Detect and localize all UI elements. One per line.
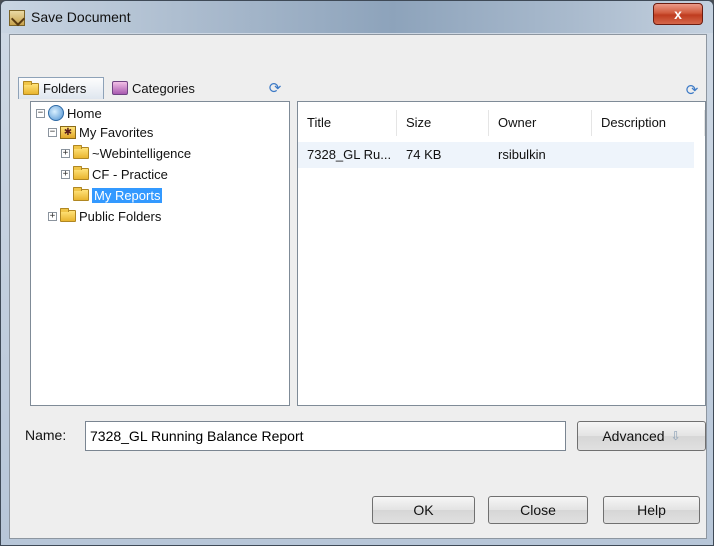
close-button[interactable]: Close: [488, 496, 588, 524]
refresh-tree-icon[interactable]: ⟳: [268, 81, 282, 96]
tree-item-home[interactable]: − Home: [36, 104, 102, 122]
column-owner[interactable]: Owner: [489, 110, 592, 136]
collapse-icon[interactable]: −: [36, 108, 45, 118]
tree-item-my-favorites[interactable]: − ✱ My Favorites: [48, 123, 153, 141]
document-list: Title Size Owner Description 7328_GL Ru.…: [297, 101, 706, 406]
tree-item-label: My Reports: [92, 187, 163, 203]
panel-tabs: Folders Categories: [18, 77, 288, 99]
tree-item-cf-practice[interactable]: + CF - Practice: [61, 165, 168, 183]
table-row[interactable]: 7328_GL Ru... 74 KB rsibulkin: [298, 142, 694, 168]
column-size[interactable]: Size: [397, 110, 489, 136]
list-header: Title Size Owner Description: [298, 110, 705, 136]
title-bar[interactable]: Save Document x: [1, 1, 713, 33]
close-icon: x: [674, 6, 682, 22]
ok-button[interactable]: OK: [372, 496, 475, 524]
help-button[interactable]: Help: [603, 496, 700, 524]
tree-item-public-folders[interactable]: + Public Folders: [48, 207, 161, 225]
folder-icon: [60, 208, 76, 222]
cell-size: 74 KB: [406, 147, 442, 162]
tree-item-label: CF - Practice: [92, 166, 168, 182]
window-title: Save Document: [31, 9, 131, 25]
tree-item-label: Home: [67, 105, 102, 121]
folder-tree: − Home − ✱ My Favorites + ~Webintelligen…: [30, 101, 290, 406]
cell-title: 7328_GL Ru...: [307, 147, 392, 162]
name-label: Name:: [25, 427, 67, 443]
home-icon: [48, 105, 64, 121]
tab-folders-label: Folders: [43, 81, 87, 96]
collapse-icon[interactable]: −: [48, 127, 57, 137]
tab-categories[interactable]: Categories: [108, 77, 228, 99]
name-field[interactable]: [85, 421, 566, 451]
window-close-button[interactable]: x: [653, 3, 703, 25]
cell-description: [592, 142, 694, 168]
tree-item-my-reports[interactable]: My Reports: [73, 186, 163, 204]
categories-icon: [112, 81, 128, 95]
expand-icon[interactable]: +: [61, 169, 70, 179]
folder-icon: [73, 187, 89, 201]
expand-icon[interactable]: +: [48, 211, 57, 221]
folder-icon: [73, 145, 89, 159]
chevron-down-icon: ⇩: [670, 429, 681, 443]
refresh-list-icon[interactable]: ⟳: [685, 83, 699, 98]
advanced-button-label: Advanced: [602, 428, 665, 444]
tree-item-webintelligence[interactable]: + ~Webintelligence: [61, 144, 191, 162]
tab-folders[interactable]: Folders: [18, 77, 104, 99]
tab-categories-label: Categories: [132, 80, 195, 96]
tree-item-label: Public Folders: [79, 208, 162, 224]
tree-item-label: ~Webintelligence: [92, 145, 192, 161]
save-document-icon: [9, 10, 25, 26]
column-title[interactable]: Title: [298, 110, 397, 136]
column-description[interactable]: Description: [592, 110, 705, 136]
favorites-icon: ✱: [60, 125, 76, 139]
cell-owner: rsibulkin: [498, 147, 546, 162]
tree-item-label: My Favorites: [79, 124, 154, 140]
expand-icon[interactable]: +: [61, 148, 70, 158]
advanced-button[interactable]: Advanced ⇩: [577, 421, 706, 451]
folder-icon: [23, 80, 39, 95]
folder-icon: [73, 166, 89, 180]
